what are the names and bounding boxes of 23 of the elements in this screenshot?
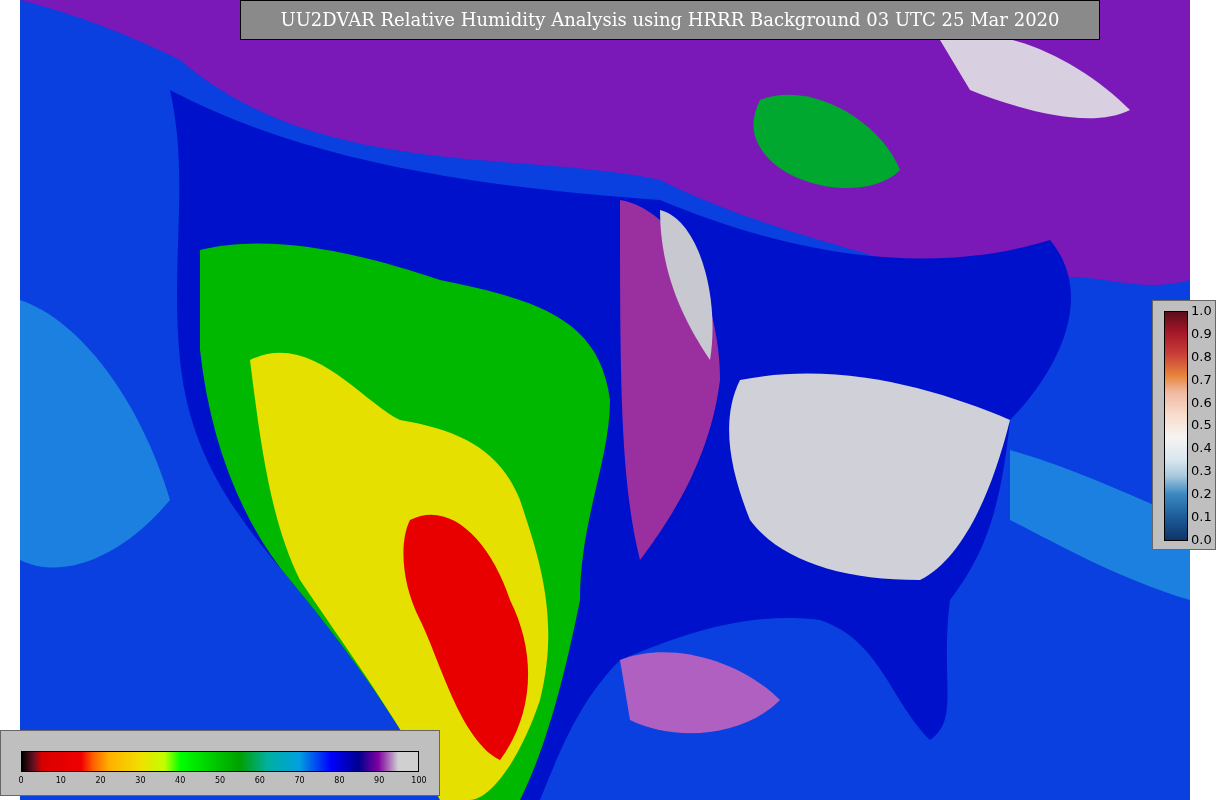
tick-label: 10 bbox=[55, 776, 66, 785]
tick-label: 80 bbox=[334, 776, 345, 785]
tick-label: 0.7 bbox=[1191, 371, 1212, 387]
tick-label: 70 bbox=[294, 776, 305, 785]
tick-label: 0.5 bbox=[1191, 417, 1212, 433]
tick-label: 0.3 bbox=[1191, 463, 1212, 479]
tick-label: 40 bbox=[175, 776, 186, 785]
tick-label: 20 bbox=[95, 776, 106, 785]
tick-label: 1.0 bbox=[1191, 303, 1212, 318]
tick-label: 0 bbox=[18, 776, 24, 785]
tick-label: 0.4 bbox=[1191, 440, 1212, 456]
chart-title: UU2DVAR Relative Humidity Analysis using HRRR Background 03 UTC 25 Mar 2020 bbox=[240, 0, 1100, 40]
tick-label: 0.9 bbox=[1191, 325, 1212, 341]
tick-label: 30 bbox=[135, 776, 146, 785]
tick-label: 0.8 bbox=[1191, 348, 1212, 364]
tick-label: 0.0 bbox=[1191, 531, 1212, 547]
tick-label: 100 bbox=[411, 776, 427, 785]
tick-label: 90 bbox=[374, 776, 385, 785]
tick-label: 0.1 bbox=[1191, 509, 1212, 524]
tick-label: 0.2 bbox=[1191, 486, 1212, 502]
tick-label: 50 bbox=[214, 776, 226, 785]
tick-label: 0.6 bbox=[1191, 394, 1212, 410]
tick-label: 60 bbox=[254, 776, 265, 785]
